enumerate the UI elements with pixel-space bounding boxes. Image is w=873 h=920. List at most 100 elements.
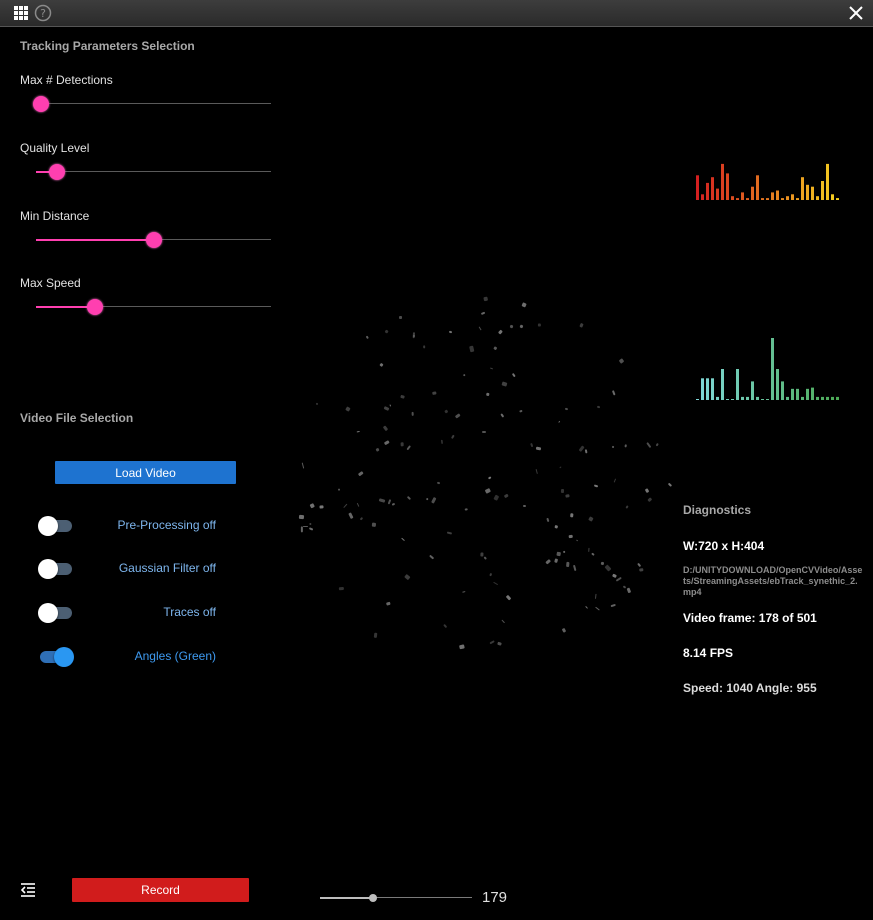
particle bbox=[636, 563, 642, 568]
particle bbox=[454, 413, 461, 420]
slider-thumb[interactable] bbox=[145, 232, 162, 248]
histogram-bar bbox=[716, 188, 719, 200]
particle bbox=[462, 373, 466, 377]
particle bbox=[378, 498, 386, 504]
histogram-bar bbox=[751, 186, 754, 200]
particle bbox=[616, 576, 623, 582]
angles-label: Angles (Green) bbox=[134, 649, 216, 663]
histogram-bar bbox=[821, 396, 824, 400]
histogram-bar bbox=[811, 186, 814, 200]
close-x-icon[interactable] bbox=[847, 4, 865, 22]
particle bbox=[398, 315, 402, 320]
quality-level-label: Quality Level bbox=[20, 141, 90, 155]
tracking-section-title: Tracking Parameters Selection bbox=[20, 39, 195, 53]
particle bbox=[523, 504, 526, 507]
particle bbox=[385, 601, 391, 606]
particle bbox=[308, 503, 315, 509]
particle bbox=[624, 443, 627, 448]
menu-collapse-icon[interactable] bbox=[19, 881, 37, 899]
particle bbox=[484, 296, 489, 302]
particle bbox=[301, 462, 305, 469]
histogram-bar bbox=[706, 378, 709, 400]
histogram-bar bbox=[731, 196, 734, 200]
particle bbox=[319, 504, 324, 509]
particle bbox=[575, 539, 579, 542]
slider-thumb[interactable] bbox=[49, 164, 66, 180]
particle bbox=[500, 413, 505, 418]
particle bbox=[588, 516, 594, 522]
histogram-bar bbox=[831, 396, 834, 400]
particle bbox=[501, 381, 508, 387]
particle bbox=[301, 526, 304, 533]
histogram-bar bbox=[786, 196, 789, 200]
particle bbox=[530, 442, 534, 447]
histogram-bar bbox=[791, 388, 794, 400]
histogram-bar bbox=[761, 198, 764, 200]
particle bbox=[565, 494, 571, 499]
record-button[interactable]: Record bbox=[72, 878, 249, 902]
particle bbox=[619, 358, 625, 364]
particle bbox=[569, 535, 574, 539]
particle bbox=[444, 409, 449, 414]
particle bbox=[406, 496, 411, 501]
particle bbox=[594, 594, 597, 600]
particle bbox=[622, 584, 627, 589]
load-video-button[interactable]: Load Video bbox=[55, 461, 236, 484]
particle bbox=[448, 331, 452, 334]
gaussian-filter-label: Gaussian Filter off bbox=[118, 561, 216, 575]
particle bbox=[400, 537, 405, 542]
particle bbox=[431, 497, 437, 504]
particle bbox=[535, 446, 542, 451]
particle bbox=[590, 553, 595, 557]
particle bbox=[383, 440, 391, 446]
svg-text:?: ? bbox=[40, 7, 46, 20]
histogram-bar bbox=[746, 396, 749, 400]
particle bbox=[431, 391, 437, 395]
particle bbox=[518, 409, 523, 413]
angle-histogram bbox=[696, 338, 839, 400]
min-distance-label: Min Distance bbox=[20, 209, 90, 223]
frame-slider[interactable] bbox=[320, 890, 472, 906]
particle bbox=[585, 605, 589, 609]
histogram-bar bbox=[721, 369, 724, 400]
min-distance-slider[interactable] bbox=[36, 232, 271, 248]
max-speed-slider[interactable] bbox=[36, 299, 271, 315]
particle bbox=[378, 362, 384, 368]
particle bbox=[519, 324, 524, 329]
slider-thumb[interactable] bbox=[86, 299, 103, 315]
particle bbox=[496, 642, 502, 647]
particle bbox=[374, 447, 379, 452]
frame-slider-thumb[interactable] bbox=[369, 894, 378, 902]
particle bbox=[521, 302, 527, 308]
max-detections-slider[interactable] bbox=[32, 96, 271, 112]
particle bbox=[565, 407, 569, 410]
particle bbox=[611, 573, 617, 578]
particle bbox=[298, 514, 304, 519]
particle bbox=[345, 406, 351, 412]
histogram-bar bbox=[726, 173, 729, 200]
particle bbox=[611, 390, 616, 397]
quality-level-slider[interactable] bbox=[36, 164, 271, 180]
diagnostics-title: Diagnostics bbox=[683, 503, 752, 517]
particle bbox=[482, 430, 486, 433]
video-section-title: Video File Selection bbox=[20, 411, 134, 425]
particle bbox=[484, 487, 492, 494]
particle bbox=[489, 367, 493, 370]
particle bbox=[535, 468, 538, 474]
histogram-bar bbox=[781, 198, 784, 200]
help-circle-icon[interactable]: ? bbox=[34, 4, 52, 22]
particle bbox=[604, 564, 612, 572]
histogram-bar bbox=[766, 399, 769, 400]
particle bbox=[446, 531, 452, 534]
histogram-bar bbox=[786, 396, 789, 400]
histogram-bar bbox=[696, 175, 699, 200]
histogram-bar bbox=[821, 181, 824, 200]
particle bbox=[308, 527, 314, 532]
particle bbox=[625, 505, 629, 509]
grid-icon[interactable] bbox=[12, 4, 30, 22]
particle bbox=[382, 425, 389, 432]
histogram-bar bbox=[776, 190, 779, 200]
video-path-text: D:/UNITYDOWNLOAD/OpenCVVideo/Assets/Stre… bbox=[683, 565, 863, 597]
histogram-bar bbox=[731, 399, 734, 400]
slider-thumb[interactable] bbox=[32, 96, 49, 112]
